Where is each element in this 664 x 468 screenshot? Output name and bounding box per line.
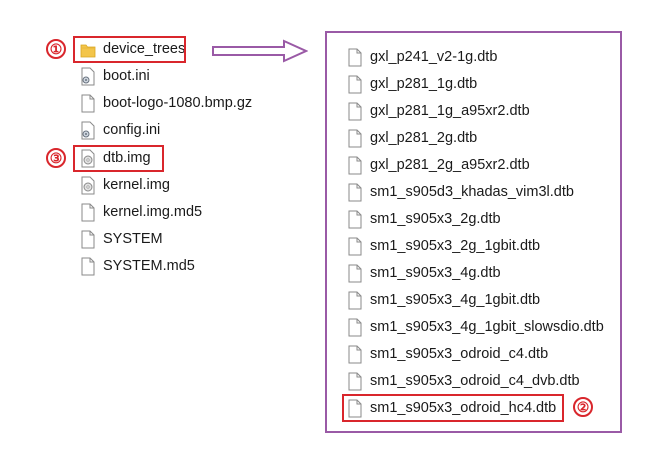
file-item-dtb[interactable]: gxl_p281_2g.dtb: [347, 126, 477, 150]
file-name: sm1_s905x3_odroid_c4_dvb.dtb: [370, 373, 580, 389]
file-name: sm1_s905x3_odroid_c4.dtb: [370, 346, 549, 362]
file-icon: [347, 318, 363, 337]
file-icon: [347, 345, 363, 364]
file-name: sm1_s905x3_4g.dtb: [370, 265, 501, 281]
file-icon: [347, 75, 363, 94]
file-name: sm1_s905x3_4g_1gbit_slowsdio.dtb: [370, 319, 604, 335]
file-item-dtb[interactable]: gxl_p281_1g.dtb: [347, 72, 477, 96]
file-icon: [347, 291, 363, 310]
file-name: sm1_s905x3_2g_1gbit.dtb: [370, 238, 541, 254]
file-icon: [347, 129, 363, 148]
file-name: SYSTEM.md5: [103, 258, 195, 274]
file-item-dtb[interactable]: sm1_s905x3_odroid_c4_dvb.dtb: [347, 369, 580, 393]
file-item-boot-logo[interactable]: boot-logo-1080.bmp.gz: [80, 91, 252, 115]
highlight-box-odroid-hc4: [342, 394, 564, 422]
file-icon: [80, 94, 96, 113]
file-item-dtb[interactable]: gxl_p281_2g_a95xr2.dtb: [347, 153, 530, 177]
file-name: gxl_p281_1g.dtb: [370, 76, 478, 92]
file-item-system[interactable]: SYSTEM: [80, 227, 163, 251]
file-icon: [347, 372, 363, 391]
file-name: sm1_s905x3_4g_1gbit.dtb: [370, 292, 541, 308]
file-icon: [347, 156, 363, 175]
file-name: config.ini: [103, 122, 161, 138]
file-icon: [347, 48, 363, 67]
file-name: gxl_p241_v2-1g.dtb: [370, 49, 498, 65]
marker-one: ①: [46, 39, 66, 59]
file-item-dtb[interactable]: sm1_s905x3_2g.dtb: [347, 207, 501, 231]
file-name: kernel.img.md5: [103, 204, 203, 220]
file-icon: [80, 203, 96, 222]
file-name: boot.ini: [103, 68, 150, 84]
settings-file-icon: [80, 67, 96, 86]
file-icon: [347, 210, 363, 229]
marker-two: ②: [573, 397, 593, 417]
file-name: sm1_s905d3_khadas_vim3l.dtb: [370, 184, 574, 200]
file-icon: [347, 264, 363, 283]
file-item-boot-ini[interactable]: boot.ini: [80, 64, 150, 88]
file-item-dtb[interactable]: sm1_s905d3_khadas_vim3l.dtb: [347, 180, 574, 204]
file-item-dtb[interactable]: sm1_s905x3_4g_1gbit.dtb: [347, 288, 540, 312]
file-item-config-ini[interactable]: config.ini: [80, 118, 160, 142]
file-icon: [347, 183, 363, 202]
file-item-dtb[interactable]: gxl_p281_1g_a95xr2.dtb: [347, 99, 530, 123]
file-icon: [80, 230, 96, 249]
file-name: gxl_p281_2g.dtb: [370, 130, 478, 146]
file-item-kernel-md5[interactable]: kernel.img.md5: [80, 200, 202, 224]
file-name: gxl_p281_1g_a95xr2.dtb: [370, 103, 530, 119]
disc-image-icon: [80, 176, 96, 195]
file-name: gxl_p281_2g_a95xr2.dtb: [370, 157, 530, 173]
file-name: boot-logo-1080.bmp.gz: [103, 95, 253, 111]
highlight-box-device-trees: [73, 36, 186, 63]
file-item-dtb[interactable]: sm1_s905x3_4g.dtb: [347, 261, 501, 285]
file-item-dtb[interactable]: gxl_p241_v2-1g.dtb: [347, 45, 497, 69]
file-item-dtb[interactable]: sm1_s905x3_4g_1gbit_slowsdio.dtb: [347, 315, 604, 339]
file-item-dtb[interactable]: sm1_s905x3_odroid_c4.dtb: [347, 342, 548, 366]
file-name: sm1_s905x3_2g.dtb: [370, 211, 501, 227]
file-name: kernel.img: [103, 177, 170, 193]
file-item-system-md5[interactable]: SYSTEM.md5: [80, 254, 195, 278]
settings-file-icon: [80, 121, 96, 140]
file-icon: [347, 102, 363, 121]
arrow-icon: [212, 39, 308, 63]
highlight-box-dtb-img: [73, 145, 164, 172]
marker-three: ③: [46, 148, 66, 168]
file-name: SYSTEM: [103, 231, 163, 247]
file-item-kernel-img[interactable]: kernel.img: [80, 173, 170, 197]
file-icon: [347, 237, 363, 256]
file-icon: [80, 257, 96, 276]
file-item-dtb[interactable]: sm1_s905x3_2g_1gbit.dtb: [347, 234, 540, 258]
